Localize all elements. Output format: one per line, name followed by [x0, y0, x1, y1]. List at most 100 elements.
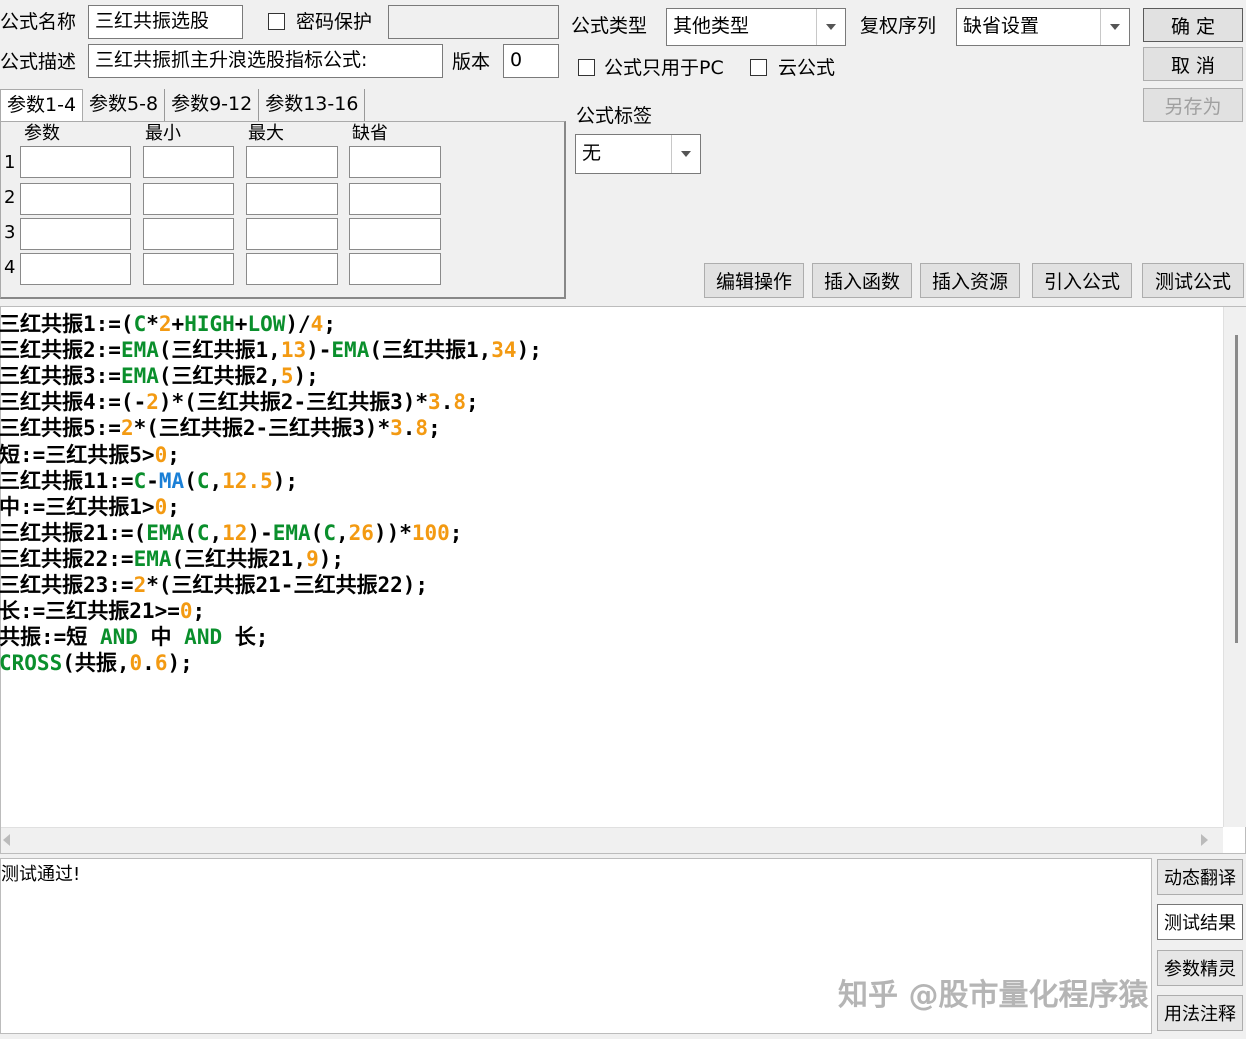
param-tabs: 参数1-4 参数5-8 参数9-12 参数13-16 [0, 89, 366, 121]
code-token: 8 [453, 390, 466, 415]
save-as-button[interactable]: 另存为 [1143, 88, 1243, 122]
param-cell[interactable] [20, 183, 131, 215]
code-token: ))* [373, 520, 412, 545]
code-token: ); [293, 364, 319, 389]
param-cell[interactable] [143, 183, 234, 215]
code-token: 长; [222, 625, 269, 650]
param-cell[interactable] [246, 253, 338, 285]
code-token: AND [184, 625, 223, 650]
code-token: EMA [331, 338, 370, 363]
code-token: (三红共振1, [158, 338, 281, 363]
formula-desc-input[interactable]: 三红共振抓主升浪选股指标公式: [88, 44, 443, 78]
test-result-button[interactable]: 测试结果 [1157, 904, 1243, 940]
param-cell[interactable] [349, 183, 441, 215]
formula-tag-select[interactable]: 无 [575, 134, 701, 174]
param-cell[interactable] [143, 218, 234, 250]
code-token: 100 [411, 520, 450, 545]
code-line: 三红共振4:=(-2)*(三红共振2-三红共振3)*3.8; [0, 389, 479, 415]
insert-function-button[interactable]: 插入函数 [812, 263, 912, 298]
pc-only-label: 公式只用于PC [604, 57, 724, 79]
param-cell[interactable] [246, 218, 338, 250]
cloud-formula-checkbox[interactable] [750, 59, 767, 76]
code-token: 2 [133, 573, 147, 597]
param-cell[interactable] [143, 253, 234, 285]
code-token: 三红共振2:= [0, 338, 121, 363]
param-cell[interactable] [20, 218, 131, 250]
code-token: ( [184, 520, 197, 545]
code-editor[interactable]: 三红共振1:=(C*2+HIGH+LOW)/4; 三红共振2:=EMA(三红共振1… [0, 306, 1246, 854]
code-token: AND [99, 625, 138, 650]
code-token: EMA [272, 520, 311, 545]
code-token: )/ [285, 312, 311, 336]
chevron-down-icon[interactable] [816, 9, 845, 45]
dynamic-translate-button[interactable]: 动态翻译 [1157, 859, 1243, 895]
param-cell[interactable] [143, 146, 234, 178]
code-token: CROSS [0, 651, 63, 676]
param-row-number: 3 [4, 222, 16, 243]
edit-ops-button[interactable]: 编辑操作 [704, 263, 804, 298]
cancel-button[interactable]: 取 消 [1143, 47, 1243, 81]
horizontal-scrollbar[interactable] [1, 827, 1223, 853]
code-token: . [142, 651, 155, 676]
scroll-left-icon[interactable] [3, 834, 10, 846]
chevron-down-icon[interactable] [1100, 9, 1129, 45]
code-token: 2 [146, 390, 159, 415]
code-line: 三红共振23:=2*(三红共振21-三红共振22); [0, 572, 428, 598]
param-cell[interactable] [246, 146, 338, 178]
code-token: C [196, 468, 210, 493]
formula-type-select[interactable]: 其他类型 [666, 8, 846, 46]
chevron-down-icon[interactable] [671, 135, 700, 173]
tab-params-13-16[interactable]: 参数13-16 [259, 89, 366, 121]
code-token: 26 [348, 520, 374, 545]
version-label: 版本 [452, 51, 491, 73]
code-token: )- [306, 338, 332, 363]
code-token: (三红共振21, [171, 546, 307, 571]
usage-notes-button[interactable]: 用法注释 [1157, 995, 1243, 1031]
vertical-scrollbar[interactable] [1223, 307, 1246, 827]
insert-resource-button[interactable]: 插入资源 [920, 263, 1020, 298]
pc-only-checkbox[interactable] [578, 59, 595, 76]
param-cell[interactable] [349, 146, 441, 178]
param-cell[interactable] [20, 146, 131, 178]
code-token: 中 [137, 625, 185, 650]
password-label: 密码保护 [296, 11, 373, 33]
code-token: 3 [428, 390, 441, 415]
tab-params-9-12[interactable]: 参数9-12 [165, 89, 260, 121]
param-wizard-button[interactable]: 参数精灵 [1157, 950, 1243, 986]
code-token: ( [184, 468, 197, 493]
version-input[interactable]: 0 [503, 44, 559, 78]
param-header-default: 缺省 [352, 123, 388, 144]
fuquan-select[interactable]: 缺省设置 [956, 8, 1130, 46]
param-row-number: 4 [4, 257, 16, 278]
password-checkbox[interactable] [268, 13, 285, 30]
code-token: ; [167, 442, 180, 467]
code-token: 三红共振4:=(- [0, 390, 147, 415]
code-token: 三红共振22:= [0, 546, 134, 571]
code-token: ); [516, 338, 542, 363]
code-line: 共振:=短 AND 中 AND 长; [0, 624, 268, 650]
tab-params-5-8[interactable]: 参数5-8 [83, 89, 166, 121]
param-header-min: 最小 [145, 123, 181, 144]
code-token: - [146, 468, 159, 493]
code-token: ; [428, 416, 441, 441]
param-cell[interactable] [349, 253, 441, 285]
scroll-right-icon[interactable] [1201, 834, 1208, 846]
password-input[interactable] [388, 5, 559, 39]
test-formula-button[interactable]: 测试公式 [1142, 263, 1244, 298]
code-token: . [402, 416, 416, 441]
param-cell[interactable] [20, 253, 131, 285]
formula-tag-label: 公式标签 [576, 105, 653, 127]
code-token: EMA [120, 338, 159, 363]
ok-button[interactable]: 确 定 [1143, 8, 1243, 42]
code-token: ); [272, 468, 299, 493]
param-cell[interactable] [349, 218, 441, 250]
scrollbar-thumb[interactable] [1235, 335, 1238, 643]
formula-type-label: 公式类型 [571, 15, 648, 37]
formula-name-input[interactable]: 三红共振选股 [88, 5, 243, 39]
code-token: (共振, [62, 651, 130, 676]
tab-params-1-4[interactable]: 参数1-4 [0, 89, 84, 121]
param-cell[interactable] [246, 183, 338, 215]
code-token: 中:=三红共振1> [0, 494, 155, 519]
import-formula-button[interactable]: 引入公式 [1032, 263, 1132, 298]
code-token: EMA [120, 364, 159, 389]
